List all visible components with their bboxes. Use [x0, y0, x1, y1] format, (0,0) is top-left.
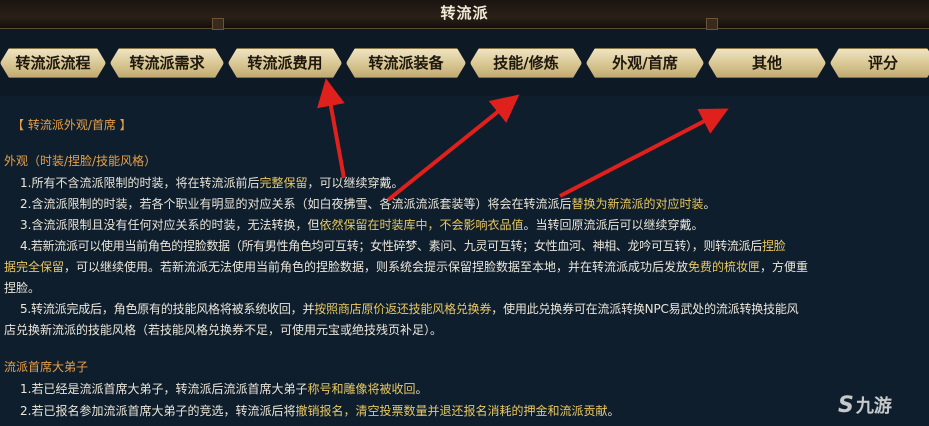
tab-appearance-chief[interactable]: 外观/首席	[586, 48, 704, 78]
chief-line-1: 1.若已经是流派首席大弟子，转流派后流派首席大弟子称号和雕像将被收回。	[20, 382, 428, 396]
title-bar: 转流派	[0, 0, 929, 30]
tab-skills-cultivation[interactable]: 技能/修炼	[470, 48, 582, 78]
chief-title: 流派首席大弟子	[4, 360, 89, 374]
appearance-title: 外观（时装/捏脸/技能风格）	[4, 154, 157, 168]
appearance-line-4b: 据完全保留，可以继续使用。若新流派无法使用当前角色的捏脸数据，则系统会提示保留捏…	[4, 260, 809, 274]
tab-transfer-equipment[interactable]: 转流派装备	[346, 48, 466, 78]
appearance-line-1: 1.所有不含流派限制的时装，将在转流派前后完整保留，可以继续穿戴。	[20, 176, 404, 190]
watermark-logo: S 九游	[838, 393, 892, 418]
tab-rating[interactable]: 评分	[830, 48, 929, 78]
tab-transfer-requirements[interactable]: 转流派需求	[110, 48, 224, 78]
tab-transfer-cost[interactable]: 转流派费用	[228, 48, 342, 78]
appearance-line-2: 2.含流派限制的时装，若各个职业有明显的对应关系（如白夜拂雪、各流派流派套装等）…	[20, 197, 716, 211]
tab-bar: 转流派流程 转流派需求 转流派费用 转流派装备 技能/修炼 外观/首席 其他 评…	[0, 44, 929, 80]
page-title: 转流派	[440, 4, 489, 22]
appearance-line-4c: 捏脸。	[4, 281, 41, 295]
appearance-line-5a: 5.转流派完成后，角色原有的技能风格将被系统收回，并按照商店原价返还技能风格兑换…	[20, 302, 799, 316]
section-header: 【 转流派外观/首席 】	[12, 118, 132, 132]
appearance-line-5b: 店兑换新流派的技能风格（若技能风格兑换券不足，可使用元宝或绝技残页补足）。	[4, 323, 443, 337]
appearance-line-4a: 4.若新流派可以使用当前角色的捏脸数据（所有男性角色均可互转；女性碎梦、素问、九…	[20, 239, 786, 253]
chief-line-2: 2.若已报名参加流派首席大弟子的竞选，转流派后将撤销报名，清空投票数量并退还报名…	[20, 404, 620, 418]
tab-other[interactable]: 其他	[708, 48, 826, 78]
appearance-line-3: 3.含流派限制且没有任何对应关系的时装，无法转换，但依然保留在时装库中，不会影响…	[20, 218, 704, 232]
tab-transfer-process[interactable]: 转流派流程	[0, 48, 106, 78]
